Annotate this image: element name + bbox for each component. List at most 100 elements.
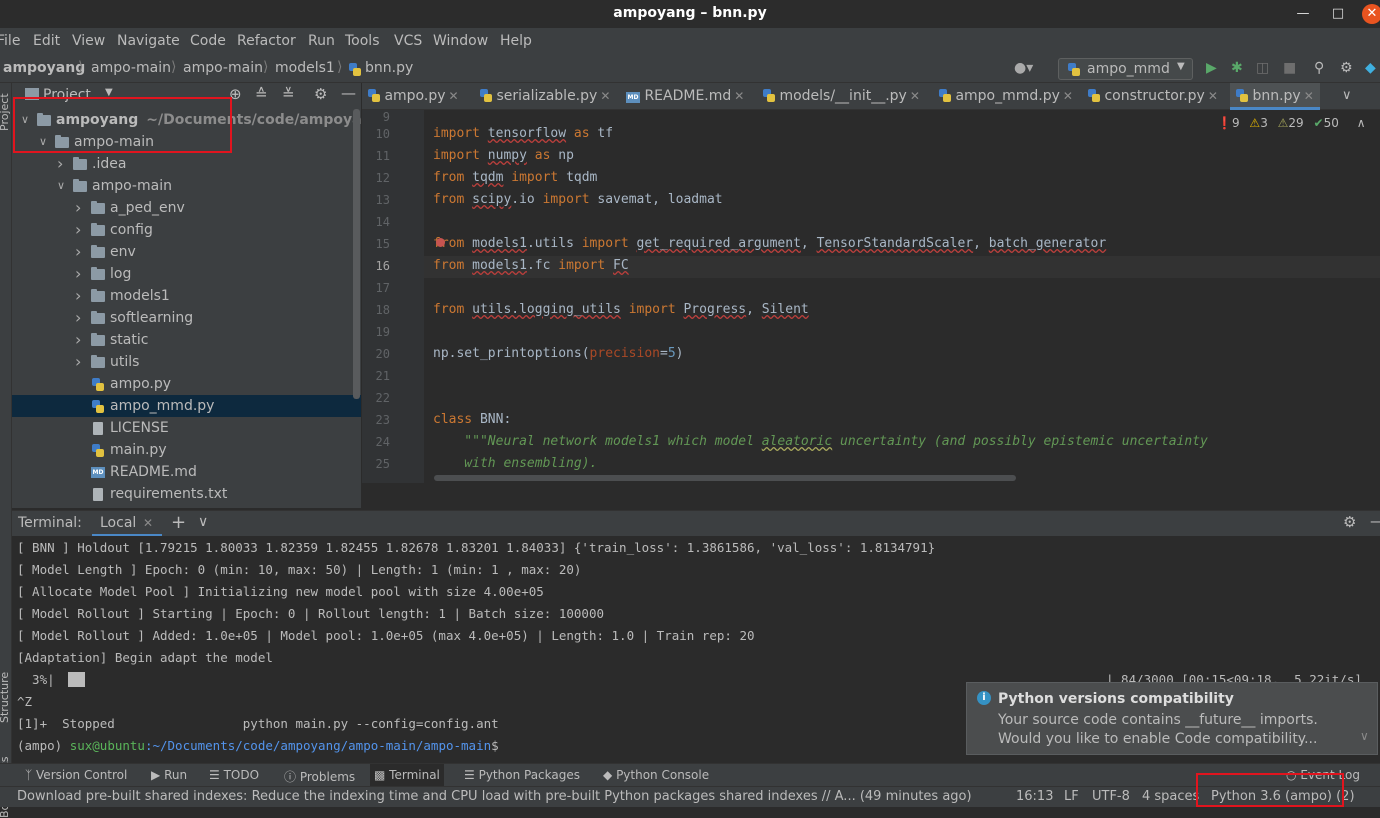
code-line[interactable]: with ensembling). bbox=[433, 456, 597, 471]
tab-bnn-py[interactable]: bnn.py ✕ bbox=[1230, 83, 1320, 110]
code-line[interactable]: import numpy as np bbox=[433, 148, 574, 163]
chevron-right-icon[interactable]: › bbox=[75, 241, 81, 263]
tree-item[interactable]: LICENSE bbox=[12, 417, 361, 439]
code-line[interactable]: from tqdm import tqdm bbox=[433, 170, 597, 185]
project-scrollbar[interactable] bbox=[353, 109, 360, 399]
menu-run[interactable]: Run bbox=[308, 33, 335, 49]
tree-item[interactable]: › a_ped_env bbox=[12, 197, 361, 219]
close-tab-icon[interactable]: ✕ bbox=[734, 89, 744, 103]
chevron-right-icon[interactable]: › bbox=[75, 285, 81, 307]
tree-item[interactable]: ∨ ampo-main bbox=[12, 175, 361, 197]
code-line[interactable]: from scipy.io import savemat, loadmat bbox=[433, 192, 723, 207]
code-line[interactable]: from models1.fc import FC bbox=[433, 258, 629, 273]
terminal-button[interactable]: ▩ Terminal bbox=[370, 764, 444, 787]
tab-ampo-mmd-py[interactable]: ampo_mmd.py ✕ bbox=[939, 83, 1073, 110]
user-icon[interactable]: ●▾ bbox=[1014, 60, 1033, 76]
menu-view[interactable]: View bbox=[72, 33, 105, 49]
hide-panel-icon[interactable]: — bbox=[1370, 512, 1380, 530]
gear-icon[interactable]: ⚙ bbox=[1343, 513, 1356, 531]
code-line[interactable]: import tensorflow as tf bbox=[433, 126, 613, 141]
chevron-right-icon[interactable]: › bbox=[75, 219, 81, 241]
tab-constructor-py[interactable]: constructor.py ✕ bbox=[1088, 83, 1218, 110]
status-message[interactable]: Download pre-built shared indexes: Reduc… bbox=[17, 789, 972, 804]
chevron-right-icon[interactable]: › bbox=[75, 197, 81, 219]
chevron-down-icon[interactable]: ∨ bbox=[1360, 729, 1369, 743]
caret-position[interactable]: 16:13 bbox=[1016, 789, 1053, 804]
debug-icon[interactable]: ✱ bbox=[1231, 60, 1243, 76]
inspection-widget[interactable]: ❗9 ⚠3 ⚠29 ✔50 ∧ bbox=[1217, 116, 1366, 130]
tree-item[interactable]: requirements.txt bbox=[12, 483, 361, 505]
menu-file[interactable]: File bbox=[0, 33, 20, 49]
terminal-tab-local[interactable]: Local ✕ bbox=[92, 511, 162, 537]
run-icon[interactable]: ▶ bbox=[1206, 60, 1217, 76]
close-tab-icon[interactable]: ✕ bbox=[600, 89, 610, 103]
tab-ampo-py[interactable]: ampo.py ✕ bbox=[368, 83, 459, 110]
tab-readme-md[interactable]: MD README.md ✕ bbox=[626, 83, 744, 110]
structure-stripe-button[interactable]: Structure bbox=[0, 672, 11, 723]
tab-models-init-py[interactable]: models/__init__.py ✕ bbox=[763, 83, 920, 110]
code-editor[interactable]: 9 10 import tensorflow as tf 11 import nump… bbox=[362, 110, 1380, 483]
close-tab-icon[interactable]: ✕ bbox=[910, 89, 920, 103]
project-stripe-button[interactable]: Project bbox=[0, 93, 11, 131]
breadcrumb-models1[interactable]: models1 bbox=[275, 60, 335, 76]
breadcrumb-file[interactable]: bnn.py bbox=[365, 60, 413, 76]
tree-item[interactable]: › models1 bbox=[12, 285, 361, 307]
tree-item[interactable]: ampo_mmd.py bbox=[12, 395, 361, 417]
menu-navigate[interactable]: Navigate bbox=[117, 33, 180, 49]
problems-button[interactable]: ⓘ Problems bbox=[284, 768, 355, 785]
coverage-icon[interactable]: ◫ bbox=[1256, 60, 1269, 76]
tree-item[interactable]: ampo.py bbox=[12, 373, 361, 395]
tree-item[interactable]: main.py bbox=[12, 439, 361, 461]
close-tab-icon[interactable]: ✕ bbox=[143, 516, 153, 530]
notification-balloon[interactable]: i Python versions compatibility Your sou… bbox=[966, 682, 1378, 755]
python-packages-button[interactable]: ☰ Python Packages bbox=[464, 768, 580, 782]
close-tab-icon[interactable]: ✕ bbox=[449, 89, 459, 103]
file-encoding[interactable]: UTF-8 bbox=[1092, 789, 1130, 804]
tree-item[interactable]: › env bbox=[12, 241, 361, 263]
collapse-all-icon[interactable]: ≚ bbox=[282, 85, 295, 103]
code-line[interactable]: class BNN: bbox=[433, 412, 511, 427]
chevron-down-icon[interactable]: ∨ bbox=[57, 175, 65, 197]
tree-item[interactable]: › .idea bbox=[12, 153, 361, 175]
search-icon[interactable]: ⚲ bbox=[1314, 60, 1324, 76]
close-tab-icon[interactable]: ✕ bbox=[1304, 89, 1314, 103]
code-line[interactable]: np.set_printoptions(precision=5) bbox=[433, 346, 683, 361]
code-line[interactable]: from models1.utils import get_required_a… bbox=[433, 236, 1106, 251]
line-separator[interactable]: LF bbox=[1064, 789, 1079, 804]
chevron-right-icon[interactable]: › bbox=[75, 329, 81, 351]
chevron-right-icon[interactable]: › bbox=[75, 307, 81, 329]
menu-help[interactable]: Help bbox=[500, 33, 532, 49]
tab-serializable-py[interactable]: serializable.py ✕ bbox=[480, 83, 610, 110]
chevron-down-icon[interactable]: ∨ bbox=[1342, 88, 1352, 103]
gear-icon[interactable]: ⚙ bbox=[1340, 60, 1353, 76]
editor-horizontal-scrollbar[interactable] bbox=[434, 475, 1016, 481]
menu-tools[interactable]: Tools bbox=[345, 33, 380, 49]
run-configuration-select[interactable]: ampo_mmd ▼ bbox=[1058, 58, 1193, 80]
tree-item[interactable]: › utils bbox=[12, 351, 361, 373]
error-marker-icon[interactable] bbox=[436, 238, 445, 247]
breadcrumb-ampo-main-inner[interactable]: ampo-main bbox=[183, 60, 263, 76]
hide-panel-icon[interactable]: — bbox=[341, 84, 356, 102]
minimize-button[interactable]: — bbox=[1293, 4, 1313, 24]
menu-edit[interactable]: Edit bbox=[33, 33, 60, 49]
menu-window[interactable]: Window bbox=[433, 33, 488, 49]
code-line[interactable]: from utils.logging_utils import Progress… bbox=[433, 302, 809, 317]
python-console-button[interactable]: ◆ Python Console bbox=[603, 768, 709, 782]
tree-item[interactable]: › softlearning bbox=[12, 307, 361, 329]
close-tab-icon[interactable]: ✕ bbox=[1208, 89, 1218, 103]
menu-refactor[interactable]: Refactor bbox=[237, 33, 296, 49]
chevron-down-icon[interactable]: ∨ bbox=[198, 514, 208, 530]
tree-item[interactable]: › static bbox=[12, 329, 361, 351]
breadcrumb-project[interactable]: ampoyang bbox=[3, 60, 85, 76]
expand-all-icon[interactable]: ≙ bbox=[255, 85, 268, 103]
menu-vcs[interactable]: VCS bbox=[394, 33, 422, 49]
close-button[interactable]: ✕ bbox=[1362, 4, 1380, 24]
chevron-right-icon[interactable]: › bbox=[75, 263, 81, 285]
breadcrumb-ampo-main[interactable]: ampo-main bbox=[91, 60, 171, 76]
tree-item[interactable]: › log bbox=[12, 263, 361, 285]
menu-code[interactable]: Code bbox=[190, 33, 226, 49]
chevron-up-icon[interactable]: ∧ bbox=[1357, 116, 1366, 130]
gear-icon[interactable]: ⚙ bbox=[314, 85, 327, 103]
code-line[interactable]: """Neural network models1 which model al… bbox=[433, 434, 1208, 449]
tree-item[interactable]: MD README.md bbox=[12, 461, 361, 483]
